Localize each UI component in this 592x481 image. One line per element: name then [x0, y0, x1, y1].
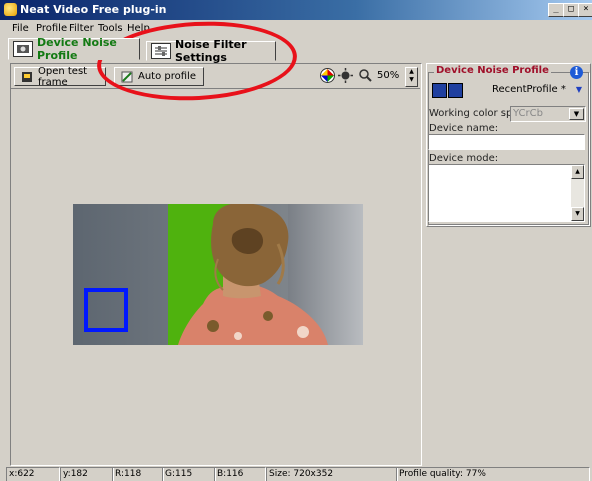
status-size: Size: 720x352 [266, 467, 398, 481]
app-icon [4, 3, 17, 16]
status-y: y:182 [60, 467, 114, 481]
color-space-select[interactable]: YCrCb ▼ [510, 106, 586, 122]
tab-device-noise-profile[interactable]: Device Noise Profile [8, 36, 140, 62]
window-title: Neat Video Free plug-in [20, 3, 167, 16]
device-mode-scrollbar[interactable]: ▲ ▼ [571, 165, 584, 221]
save-profile-icon[interactable] [448, 83, 463, 98]
status-x: x:622 [6, 467, 60, 481]
open-test-frame-label: Open test frame [38, 65, 88, 88]
menu-filter[interactable]: Filter [69, 23, 94, 34]
load-profile-icon[interactable] [432, 83, 447, 98]
color-channels-icon[interactable] [320, 68, 335, 86]
title-bar[interactable]: Neat Video Free plug-in _ □ × [0, 0, 592, 20]
camera-icon [13, 41, 33, 57]
device-mode-field[interactable]: ▲ ▼ [428, 164, 585, 222]
zoom-level: 50% [377, 70, 400, 81]
open-frame-icon [21, 71, 33, 83]
color-space-value: YCrCb [513, 108, 543, 119]
brightness-icon[interactable] [338, 68, 353, 86]
scroll-down-icon[interactable]: ▼ [571, 207, 584, 221]
zoom-spinner[interactable]: ▲ ▼ [405, 67, 418, 87]
info-icon[interactable]: i [570, 66, 583, 79]
menu-file[interactable]: File [12, 23, 29, 34]
device-mode-label: Device mode: [429, 153, 499, 164]
profile-select-value: RecentProfile * [492, 84, 566, 95]
device-name-field[interactable] [428, 134, 585, 150]
tab-label: Device Noise Profile [37, 36, 117, 62]
zoom-icon[interactable] [358, 68, 372, 86]
menu-bar: File Profile Filter Tools Help [0, 21, 592, 37]
scroll-up-icon[interactable]: ▲ [571, 165, 584, 179]
profile-group-title: Device Noise Profile [434, 65, 551, 76]
status-g: G:115 [162, 467, 216, 481]
menu-tools[interactable]: Tools [98, 23, 123, 34]
status-bar: x:622 y:182 R:118 G:115 B:116 Size: 720x… [0, 466, 592, 481]
device-name-label: Device name: [429, 123, 499, 134]
menu-profile[interactable]: Profile [36, 23, 67, 34]
minimize-button[interactable]: _ [548, 3, 564, 17]
app-window: Neat Video Free plug-in _ □ × File Profi… [0, 0, 592, 481]
chevron-down-icon: ▼ [575, 85, 582, 94]
profile-select[interactable]: RecentProfile * ▼ [465, 82, 586, 98]
open-test-frame-button[interactable]: Open test frame [14, 65, 106, 88]
status-quality: Profile quality: 77% [396, 467, 590, 481]
close-button[interactable]: × [578, 3, 592, 17]
status-r: R:118 [112, 467, 164, 481]
chevron-down-icon: ▼ [569, 108, 584, 120]
status-b: B:116 [214, 467, 266, 481]
noise-sample-selection[interactable] [84, 288, 128, 332]
maximize-button[interactable]: □ [563, 3, 579, 17]
